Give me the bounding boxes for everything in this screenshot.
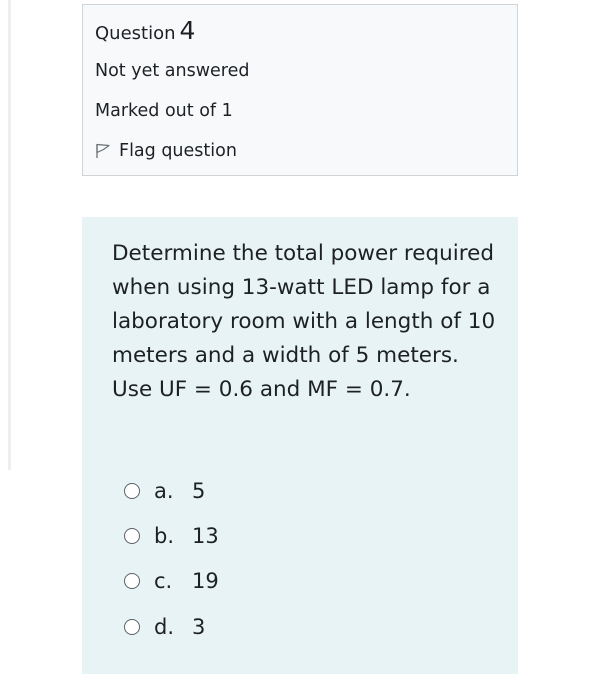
radio-button[interactable] bbox=[124, 619, 140, 635]
quiz-page: Question 4 Not yet answered Marked out of… bbox=[0, 0, 601, 700]
question-text: Determine the total power required when … bbox=[112, 241, 496, 402]
question-status: Not yet answered bbox=[95, 61, 250, 81]
question-number: 4 bbox=[179, 16, 196, 45]
answer-letter: a. bbox=[154, 479, 174, 503]
flag-icon bbox=[96, 143, 110, 158]
question-heading: Question 4 bbox=[95, 17, 195, 48]
flag-question-label: Flag question bbox=[119, 141, 237, 161]
answer-option-c[interactable]: c. 19 bbox=[124, 567, 219, 595]
question-info-panel: Question 4 Not yet answered Marked out of… bbox=[82, 4, 518, 176]
question-marks: Marked out of 1 bbox=[95, 101, 233, 121]
answer-letter: d. bbox=[154, 615, 175, 639]
radio-button[interactable] bbox=[124, 573, 140, 589]
answer-option-d[interactable]: d. 3 bbox=[124, 613, 205, 641]
question-label: Question bbox=[95, 23, 176, 44]
question-formulation: Determine the total power required when … bbox=[82, 217, 518, 674]
answer-letter: c. bbox=[154, 569, 173, 593]
flag-question-link[interactable]: Flag question bbox=[95, 139, 237, 163]
answer-value: 3 bbox=[192, 615, 206, 639]
answer-value: 13 bbox=[192, 524, 219, 548]
radio-button[interactable] bbox=[124, 528, 140, 544]
answer-option-b[interactable]: b. 13 bbox=[124, 522, 219, 550]
answer-value: 5 bbox=[192, 479, 206, 503]
answer-value: 19 bbox=[192, 569, 219, 593]
left-divider bbox=[8, 0, 11, 470]
answer-letter: b. bbox=[154, 524, 175, 548]
radio-button[interactable] bbox=[124, 483, 140, 499]
answer-option-a[interactable]: a. 5 bbox=[124, 477, 205, 505]
